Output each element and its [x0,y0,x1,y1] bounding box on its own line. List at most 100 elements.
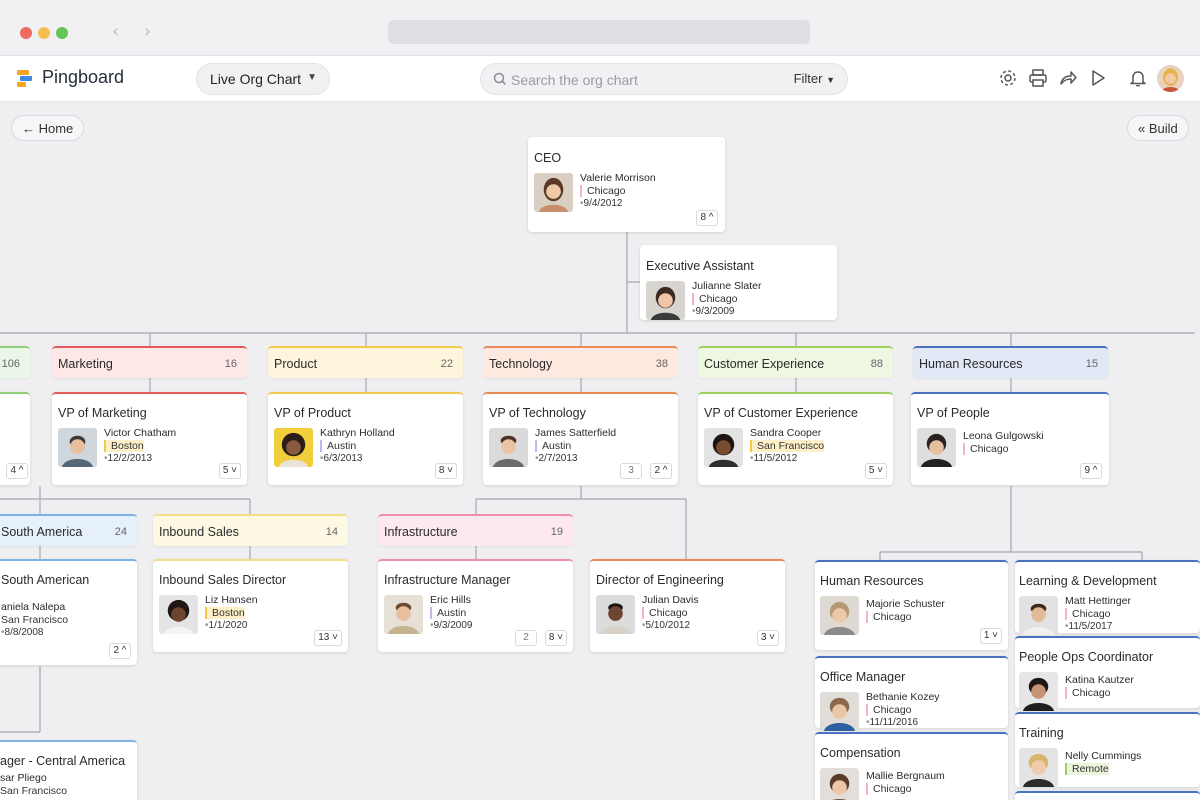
role-title: Training [1019,726,1064,740]
person-name: Liz Hansen [205,594,258,606]
start-date: 1/1/2020 [205,620,248,631]
department-header-infrastructure[interactable]: Infrastructure 19 [378,514,573,546]
infrastructure-manager-card[interactable]: Infrastructure Manager Eric Hills Austin… [378,559,573,652]
executive-assistant-card[interactable]: Executive Assistant Julianne Slater Chic… [640,245,837,320]
browser-back-icon[interactable]: ‹ [112,21,119,42]
window-maximize-dot[interactable] [56,27,68,39]
print-icon[interactable] [1028,68,1048,88]
person-name: Bethanie Kozey [866,691,940,703]
user-avatar[interactable] [1157,65,1184,92]
reports-toggle-button[interactable]: 5 ˅ [864,463,887,479]
settings-gear-icon[interactable] [998,68,1018,88]
location-tag: San Francisco [1,614,69,626]
partial-vp-card[interactable]: 4 ^ [0,392,30,485]
role-title: VP of Technology [489,406,586,420]
browser-forward-icon[interactable]: › [144,21,151,42]
vp-product-card[interactable]: VP of Product Kathryn Holland Austin 6/3… [268,392,463,485]
role-title: Executive Assistant [646,259,754,273]
reports-toggle-button[interactable]: 2 ^ [650,463,672,479]
ceo-card[interactable]: CEO Valerie Morrison Chicago 9/4/2012 8 … [528,137,725,232]
department-header-inbound-sales[interactable]: Inbound Sales 14 [153,514,348,546]
open-roles-badge[interactable]: 3 [620,463,642,479]
department-count: 24 [114,526,127,538]
person-name: Eric Hills [430,594,471,606]
reports-toggle-button[interactable]: 9 ^ [1080,463,1102,479]
reports-toggle-button[interactable]: 1 ˅ [979,628,1002,644]
reports-toggle-button[interactable]: 2 ^ [109,643,131,659]
department-header-human-resources[interactable]: Human Resources 15 [913,346,1108,378]
department-header-product[interactable]: Product 22 [268,346,463,378]
filter-button[interactable]: Filter ▼ [794,71,835,86]
reports-toggle-button[interactable]: 8 ˅ [434,463,457,479]
start-date: 9/4/2012 [580,198,623,209]
start-date: 5/10/2012 [642,620,691,631]
department-header-marketing[interactable]: Marketing 16 [52,346,247,378]
window-minimize-dot[interactable] [38,27,50,39]
compensation-card[interactable]: Compensation Mallie Bergnaum Chicago [815,732,1008,800]
manager-central-america-card[interactable]: ager - Central America sar Pliego San Fr… [0,740,137,800]
hr-card-partial[interactable] [1015,791,1200,800]
reports-toggle-button[interactable]: 4 ^ [6,463,28,479]
department-header-customer-experience[interactable]: Customer Experience 88 [698,346,893,378]
people-ops-coordinator-card[interactable]: People Ops Coordinator Katina Kautzer Ch… [1015,636,1200,711]
south-american-card[interactable]: South American aniela Nalepa San Francis… [0,559,137,665]
location-tag: Chicago [866,783,912,795]
notifications-bell-icon[interactable] [1128,68,1148,88]
vp-marketing-card[interactable]: VP of Marketing Victor Chatham Boston 12… [52,392,247,485]
address-bar[interactable] [388,20,810,44]
search-icon [493,72,507,86]
vp-technology-card[interactable]: VP of Technology James Satterfield Austi… [483,392,678,485]
vp-people-card[interactable]: VP of People Leona Gulgowski Chicago 9 ^ [911,392,1109,485]
department-header[interactable]: 106 [0,346,30,378]
present-play-icon[interactable] [1088,68,1108,88]
person-name: Julian Davis [642,594,699,606]
location-tag: Austin [320,440,356,452]
org-chart-canvas[interactable]: ← Home « Build CEO Valerie Morrison Chic… [0,102,1200,800]
avatar [1019,596,1058,635]
department-count: 19 [550,526,563,538]
build-button[interactable]: « Build [1127,115,1189,141]
role-title: VP of Product [274,406,351,420]
avatar [159,595,198,634]
home-button[interactable]: ← Home [11,115,85,141]
start-date: 11/5/2017 [1065,621,1113,632]
inbound-sales-director-card[interactable]: Inbound Sales Director Liz Hansen Boston… [153,559,348,652]
department-count: 15 [1085,358,1098,370]
brand-name[interactable]: Pingboard [42,67,124,88]
open-roles-badge[interactable]: 2 [515,630,537,646]
training-card[interactable]: Training Nelly Cummings Remote [1015,712,1200,787]
role-title: Learning & Development [1019,574,1157,588]
department-label: Product [274,357,318,371]
director-engineering-card[interactable]: Director of Engineering Julian Davis Chi… [590,559,785,652]
location-tag: Remote [1065,763,1109,775]
location-tag: Austin [535,440,571,452]
view-selector[interactable]: Live Org Chart ▼ [196,63,330,95]
location-tag: Chicago [1065,687,1111,699]
share-icon[interactable] [1058,68,1078,88]
start-date: 6/3/2013 [320,453,363,464]
search-input[interactable] [511,70,781,90]
window-close-dot[interactable] [20,27,32,39]
reports-toggle-button[interactable]: 8 ^ [696,210,718,226]
location-tag: Chicago [1065,608,1111,620]
reports-toggle-button[interactable]: 8 ˅ [544,630,567,646]
location-tag: Austin [430,607,466,619]
role-title: VP of People [917,406,990,420]
human-resources-card[interactable]: Human Resources Majorie Schuster Chicago… [815,560,1008,650]
reports-toggle-button[interactable]: 13 ˅ [314,630,342,646]
reports-toggle-button[interactable]: 5 ˅ [218,463,241,479]
person-name: aniela Nalepa [1,601,66,613]
location-tag: Chicago [963,443,1009,455]
person-name: Valerie Morrison [580,172,656,184]
department-label: Technology [489,357,553,371]
location-tag: Chicago [692,293,738,305]
reports-toggle-button[interactable]: 3 ˅ [756,630,779,646]
department-count: 88 [870,358,883,370]
department-header-technology[interactable]: Technology 38 [483,346,678,378]
vp-customer-experience-card[interactable]: VP of Customer Experience Sandra Cooper … [698,392,893,485]
office-manager-card[interactable]: Office Manager Bethanie Kozey Chicago 11… [815,656,1008,731]
start-date: 8/8/2008 [1,627,44,638]
learning-development-card[interactable]: Learning & Development Matt Hettinger Ch… [1015,560,1200,635]
start-date: 9/3/2009 [430,620,473,631]
department-header-south-america[interactable]: South America 24 [0,514,137,546]
